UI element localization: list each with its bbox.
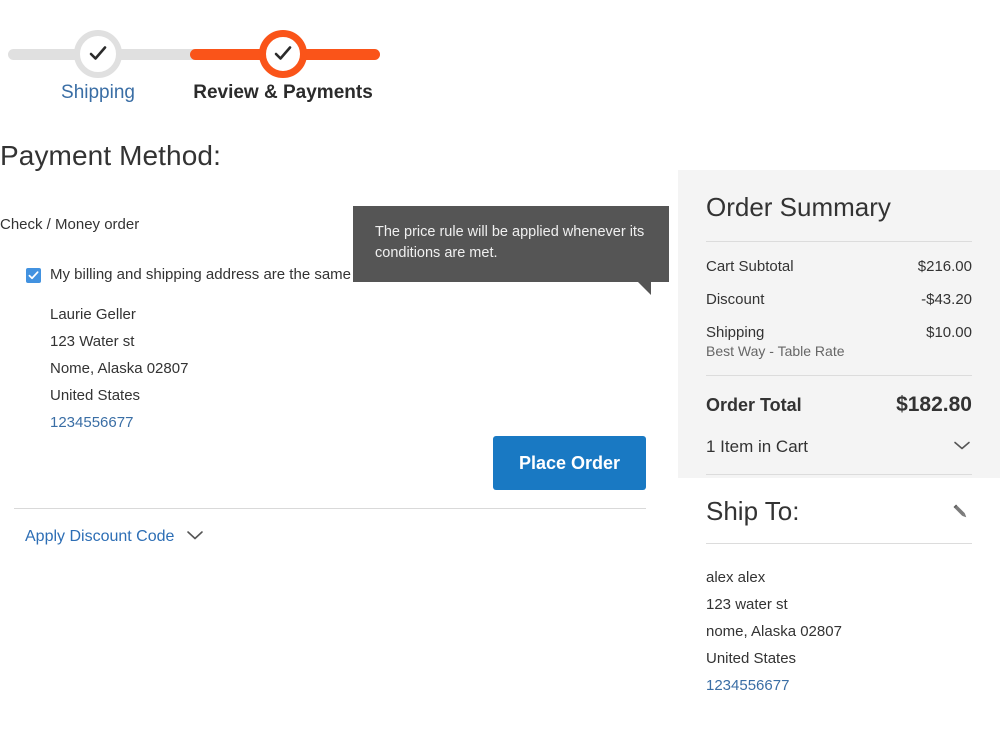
ship-to-title: Ship To: (706, 496, 800, 526)
ship-to-section: Ship To: alex alex 123 water st nome, Al… (678, 496, 1000, 699)
page-title: Payment Method: (0, 140, 221, 171)
summary-row-value: $216.00 (917, 258, 972, 275)
cart-items-toggle[interactable]: 1 Item in Cart (706, 437, 972, 474)
order-summary-title: Order Summary (706, 192, 891, 222)
summary-row-shipping: Shipping $10.00 (706, 308, 972, 341)
summary-row-value: $10.00 (926, 324, 972, 341)
summary-rows: Cart Subtotal $216.00 Discount -$43.20 S… (706, 242, 972, 359)
shipping-address: alex alex 123 water st nome, Alaska 0280… (706, 544, 972, 699)
progress-step-review-payments[interactable]: Review & Payments (193, 30, 373, 103)
shipping-address-line: nome, Alaska 02807 (706, 623, 842, 640)
billing-address-line: United States (50, 386, 141, 404)
cart-items-label: 1 Item in Cart (706, 437, 809, 456)
summary-row-label: Discount (706, 291, 765, 308)
pencil-icon (950, 504, 972, 526)
check-icon (28, 270, 39, 281)
summary-shipping-method: Best Way - Table Rate (706, 343, 845, 359)
billing-address-line: Laurie Geller (50, 305, 136, 323)
check-icon (88, 44, 108, 64)
order-total-row: Order Total $182.80 (706, 376, 972, 437)
payment-section: Payment Method: Check / Money order My b… (0, 140, 660, 436)
summary-row-label: Shipping (706, 324, 765, 341)
progress-step-review-payments-label: Review & Payments (193, 82, 373, 103)
edit-shipping-address-button[interactable] (950, 501, 972, 523)
price-rule-tooltip: The price rule will be applied whenever … (353, 206, 669, 295)
place-order-row: Place Order (0, 436, 646, 490)
shipping-address-line: alex alex (706, 569, 766, 586)
billing-phone-link[interactable]: 1234556677 (50, 409, 660, 436)
summary-row-value: -$43.20 (921, 291, 972, 308)
apply-discount-code-label: Apply Discount Code (25, 528, 175, 545)
checkout-progress-bar: Shipping Review & Payments (0, 0, 700, 130)
billing-same-checkbox[interactable] (26, 268, 41, 283)
summary-row-cart-subtotal: Cart Subtotal $216.00 (706, 242, 972, 275)
billing-address-line: Nome, Alaska 02807 (50, 359, 189, 377)
chevron-down-icon (186, 528, 204, 546)
shipping-address-line: 123 water st (706, 596, 788, 613)
order-summary-panel: Order Summary Cart Subtotal $216.00 Disc… (678, 170, 1000, 478)
progress-step-review-payments-dot (259, 30, 307, 78)
summary-row-label: Cart Subtotal (706, 258, 794, 275)
price-rule-tooltip-text: The price rule will be applied whenever … (375, 224, 645, 261)
billing-same-checkbox-label: My billing and shipping address are the … (50, 266, 352, 283)
chevron-down-icon (952, 438, 972, 456)
billing-address: Laurie Geller 123 Water st Nome, Alaska … (0, 301, 660, 436)
tooltip-tail (638, 282, 651, 295)
progress-step-shipping[interactable]: Shipping (61, 30, 135, 103)
shipping-address-line: United States (706, 650, 797, 667)
order-total-value: $182.80 (896, 393, 972, 416)
ship-to-header: Ship To: (706, 496, 972, 543)
summary-row-discount: Discount -$43.20 (706, 275, 972, 308)
shipping-phone-link[interactable]: 1234556677 (706, 672, 972, 699)
check-icon (273, 44, 293, 64)
checkout-page: Shipping Review & Payments Payment Metho… (0, 0, 1000, 750)
progress-step-shipping-label: Shipping (61, 82, 135, 103)
order-total-label: Order Total (706, 395, 802, 415)
cart-items-divider (706, 474, 972, 475)
left-divider (14, 508, 646, 509)
billing-address-line: 123 Water st (50, 332, 135, 350)
apply-discount-code-toggle[interactable]: Apply Discount Code (25, 528, 204, 546)
progress-step-shipping-dot (74, 30, 122, 78)
place-order-button[interactable]: Place Order (492, 436, 646, 490)
